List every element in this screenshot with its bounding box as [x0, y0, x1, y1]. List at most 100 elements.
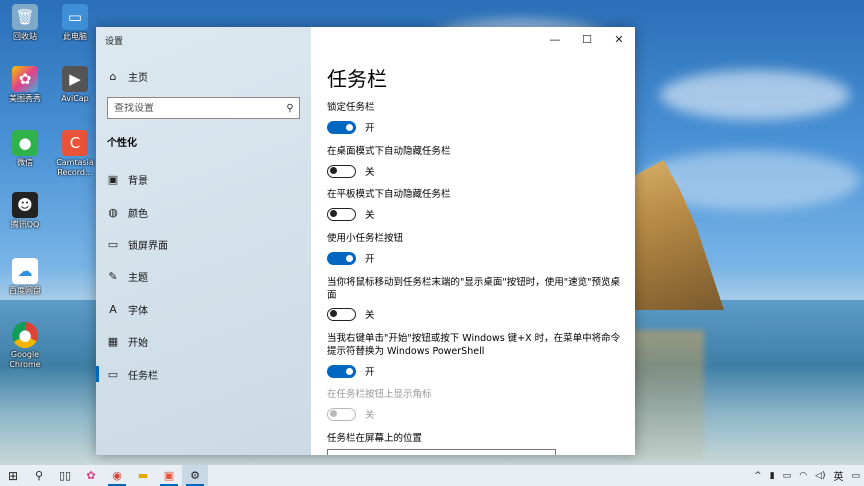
- sidebar-item-label: 开始: [128, 337, 148, 349]
- toggle-small-buttons[interactable]: 开: [327, 251, 375, 265]
- chevron-up-icon[interactable]: ^: [754, 471, 762, 481]
- lock-screen-icon: ▭: [107, 237, 119, 251]
- battery-icon[interactable]: ▭: [783, 471, 792, 481]
- camtasia-icon[interactable]: ▣: [156, 465, 182, 486]
- avicap-icon: ▶: [62, 66, 88, 92]
- home-icon: ⌂: [109, 69, 117, 83]
- toggle-powershell[interactable]: 开: [327, 364, 375, 378]
- toggle-state: 关: [365, 310, 375, 321]
- toggle-switch[interactable]: [327, 307, 356, 321]
- toggle-state: 开: [365, 254, 375, 265]
- desktop-icon-qq[interactable]: ☻ 腾讯QQ: [0, 192, 50, 230]
- file-explorer-icon[interactable]: ▬: [130, 465, 156, 486]
- computer-icon: ▭: [62, 4, 88, 30]
- toggle-switch[interactable]: [327, 251, 356, 265]
- microphone-icon[interactable]: ▮: [770, 471, 775, 481]
- toggle-autohide-desktop[interactable]: 关: [327, 164, 375, 178]
- desktop-icon-this-pc[interactable]: ▭ 此电脑: [50, 4, 100, 42]
- sidebar-item-background[interactable]: ▣ 背景: [96, 167, 311, 191]
- toggle-state: 关: [365, 167, 375, 178]
- start-icon: ▦: [107, 334, 119, 348]
- app-icon[interactable]: ✿: [78, 465, 104, 486]
- sidebar-item-label: 锁屏界面: [128, 240, 168, 252]
- close-button[interactable]: ✕: [603, 27, 635, 51]
- option-label-badges: 在任务栏按钮上显示角标: [327, 389, 432, 400]
- sidebar-item-taskbar[interactable]: ▭ 任务栏: [96, 362, 311, 386]
- settings-icon[interactable]: ⚙: [182, 465, 208, 486]
- wechat-icon: ●: [12, 130, 38, 156]
- toggle-switch: [327, 407, 356, 421]
- recycle-bin-icon: 🗑: [12, 4, 38, 30]
- sidebar-item-start[interactable]: ▦ 开始: [96, 329, 311, 353]
- toggle-state: 开: [365, 123, 375, 134]
- sidebar-item-label: 主题: [128, 272, 148, 284]
- search-icon[interactable]: ⚲: [26, 465, 52, 486]
- input-method-indicator[interactable]: 英: [833, 468, 843, 483]
- desktop-icon-baidu-netdisk[interactable]: ☁ 百度网盘: [0, 258, 50, 296]
- notification-icon[interactable]: ▭: [851, 471, 860, 481]
- chrome-icon: ●: [12, 322, 38, 348]
- toggle-switch[interactable]: [327, 164, 356, 178]
- settings-window: 设置 ⌂ 主页 ⚲ 个性化 ▣ 背景 ◍ 颜色 ▭ 锁屏界面 ✎ 主题 A 字体: [96, 27, 635, 455]
- meitu-icon: ✿: [12, 66, 38, 92]
- sidebar-item-fonts[interactable]: A 字体: [96, 297, 311, 321]
- toggle-switch[interactable]: [327, 120, 356, 134]
- sidebar-item-label: 颜色: [128, 208, 148, 220]
- volume-icon[interactable]: ◁): [815, 471, 825, 481]
- camtasia-icon: C: [62, 130, 88, 156]
- option-label-small-buttons: 使用小任务栏按钮: [327, 233, 404, 244]
- brush-icon: ✎: [108, 269, 118, 283]
- wifi-icon[interactable]: ◠: [799, 471, 807, 481]
- sidebar-item-label: 主页: [128, 72, 148, 84]
- position-dropdown[interactable]: [327, 449, 556, 455]
- page-title: 任务栏: [327, 67, 387, 91]
- baidu-netdisk-icon: ☁: [12, 258, 38, 284]
- search-input[interactable]: [108, 102, 281, 114]
- maximize-button[interactable]: ☐: [571, 27, 603, 51]
- option-label-lock-taskbar: 锁定任务栏: [327, 102, 375, 113]
- sidebar: 设置 ⌂ 主页 ⚲ 个性化 ▣ 背景 ◍ 颜色 ▭ 锁屏界面 ✎ 主题 A 字体: [96, 27, 311, 455]
- desktop-icon-camtasia[interactable]: C Camtasia Record...: [50, 130, 100, 178]
- sidebar-item-home[interactable]: ⌂ 主页: [96, 64, 311, 88]
- sidebar-item-label: 任务栏: [128, 370, 158, 382]
- taskbar-icon: ▭: [107, 367, 119, 381]
- qq-icon: ☻: [12, 192, 38, 218]
- desktop-icon-chrome[interactable]: ● Google Chrome: [0, 322, 50, 370]
- windows-start-icon[interactable]: ⊞: [0, 465, 26, 486]
- chrome-icon[interactable]: ◉: [104, 465, 130, 486]
- section-heading: 个性化: [107, 138, 137, 149]
- sidebar-item-label: 字体: [128, 305, 148, 317]
- desktop-icon-avicap[interactable]: ▶ AviCap: [50, 66, 100, 104]
- sidebar-item-lock-screen[interactable]: ▭ 锁屏界面: [96, 232, 311, 256]
- desktop-icon-recycle-bin[interactable]: 🗑 回收站: [0, 4, 50, 42]
- search-icon[interactable]: ⚲: [281, 103, 299, 114]
- toggle-switch[interactable]: [327, 207, 356, 221]
- font-icon: A: [109, 302, 117, 316]
- image-icon: ▣: [107, 172, 119, 186]
- toggle-switch[interactable]: [327, 364, 356, 378]
- sidebar-item-themes[interactable]: ✎ 主题: [96, 264, 311, 288]
- toggle-state: 关: [365, 410, 375, 421]
- option-label-peek: 当你将鼠标移动到任务栏末端的"显示桌面"按钮时，使用"速览"预览桌面: [327, 277, 620, 301]
- toggle-badges: 关: [327, 407, 375, 421]
- desktop-icon-meitu[interactable]: ✿ 美图秀秀: [0, 66, 50, 104]
- option-label-position: 任务栏在屏幕上的位置: [327, 433, 423, 444]
- toggle-state: 关: [365, 210, 375, 221]
- system-tray: ^ ▮ ▭ ◠ ◁) 英 ▭: [750, 465, 864, 486]
- option-label-autohide-tablet: 在平板模式下自动隐藏任务栏: [327, 189, 451, 200]
- task-view-icon[interactable]: ▯▯: [52, 465, 78, 486]
- desktop-icon-wechat[interactable]: ● 微信: [0, 130, 50, 168]
- window-title: 设置: [105, 37, 124, 47]
- content-pane: — ☐ ✕ 任务栏 锁定任务栏 开 在桌面模式下自动隐藏任务栏 关 在平板模式下…: [311, 27, 635, 455]
- sidebar-item-colors[interactable]: ◍ 颜色: [96, 200, 311, 224]
- palette-icon: ◍: [108, 205, 118, 219]
- option-label-powershell: 当我右键单击"开始"按钮或按下 Windows 键+X 时，在菜单中将命令提示符…: [327, 333, 621, 357]
- toggle-autohide-tablet[interactable]: 关: [327, 207, 375, 221]
- toggle-state: 开: [365, 367, 375, 378]
- search-box[interactable]: ⚲: [107, 97, 300, 119]
- toggle-lock-taskbar[interactable]: 开: [327, 120, 375, 134]
- window-controls: — ☐ ✕: [539, 27, 635, 51]
- toggle-peek[interactable]: 关: [327, 307, 375, 321]
- sidebar-item-label: 背景: [128, 175, 148, 187]
- minimize-button[interactable]: —: [539, 27, 571, 51]
